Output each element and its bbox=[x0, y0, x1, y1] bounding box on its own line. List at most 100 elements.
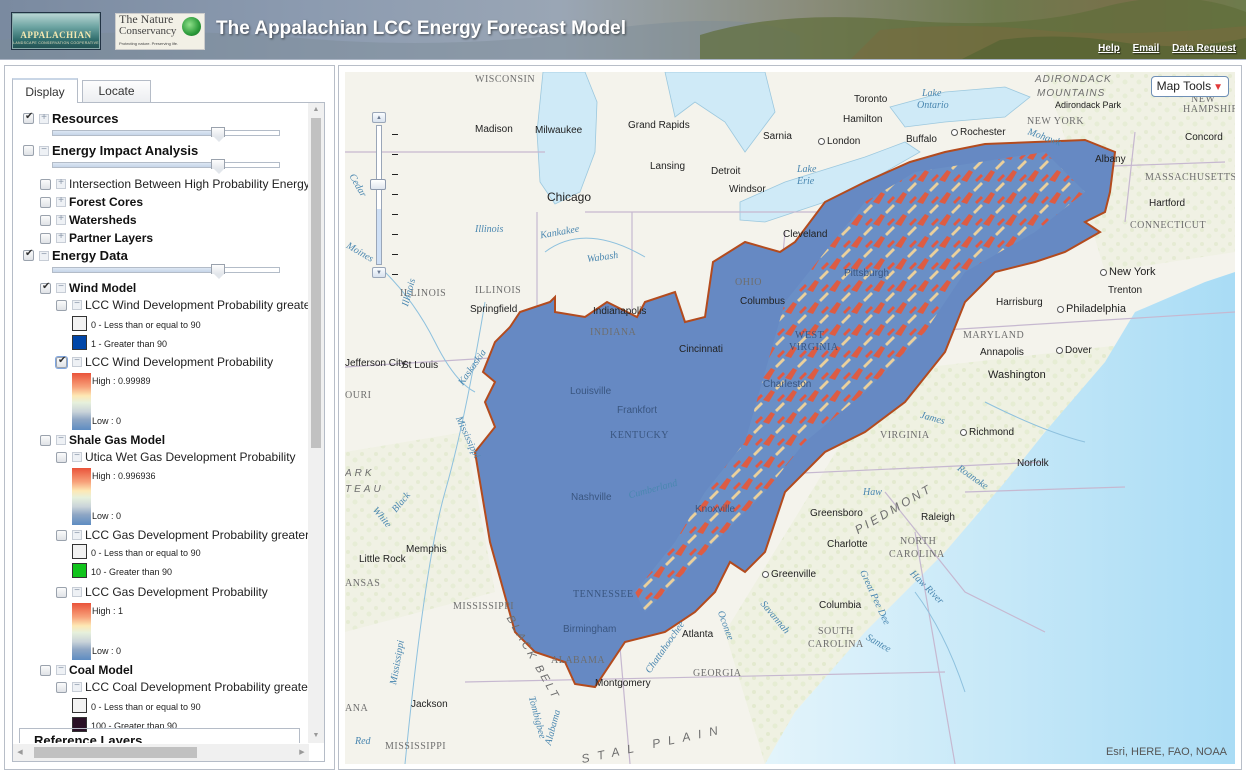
map-label-park: Adirondack Park bbox=[1055, 100, 1122, 110]
wind-gt90-checkbox[interactable] bbox=[56, 299, 67, 311]
collapse-icon[interactable] bbox=[39, 249, 49, 261]
map-label-water: Lake bbox=[922, 88, 942, 99]
utica-checkbox[interactable] bbox=[56, 451, 67, 463]
help-link[interactable]: Help bbox=[1098, 43, 1120, 54]
energy-impact-checkbox[interactable] bbox=[23, 145, 34, 156]
collapse-icon[interactable] bbox=[72, 528, 82, 540]
legend-swatch-wind-1 bbox=[72, 335, 87, 350]
map-label-state: MASSACHUSETTS bbox=[1145, 172, 1235, 183]
forest-cores-checkbox[interactable] bbox=[40, 196, 51, 208]
map-panel: WISCONSIN ADIRONDACK MOUNTAINS Adirondac… bbox=[338, 65, 1242, 770]
legend-label: 0 - Less than or equal to 90 bbox=[91, 548, 201, 558]
collapse-icon[interactable] bbox=[56, 281, 66, 293]
map-label-city: Cleveland bbox=[783, 229, 828, 240]
scroll-down-icon[interactable]: ▼ bbox=[308, 729, 324, 743]
scroll-right-icon[interactable]: ▶ bbox=[295, 744, 309, 761]
map-label-state: CONNECTICUT bbox=[1130, 220, 1207, 231]
collapse-icon[interactable] bbox=[39, 144, 49, 156]
scrollbar-thumb[interactable] bbox=[311, 118, 321, 448]
expand-icon[interactable] bbox=[56, 177, 66, 189]
nature-conservancy-logo[interactable]: The Nature Conservancy Protecting nature… bbox=[115, 13, 205, 50]
globe-icon bbox=[182, 17, 201, 36]
map-canvas[interactable]: WISCONSIN ADIRONDACK MOUNTAINS Adirondac… bbox=[345, 72, 1235, 764]
partner-layers-checkbox[interactable] bbox=[40, 232, 51, 244]
shale-gas-checkbox[interactable] bbox=[40, 434, 51, 446]
map-label-state: ANA bbox=[345, 703, 369, 714]
zoom-out-button[interactable]: ▼ bbox=[372, 267, 386, 278]
expand-icon[interactable] bbox=[56, 195, 66, 207]
expand-icon[interactable] bbox=[56, 231, 66, 243]
resources-checkbox[interactable] bbox=[23, 111, 34, 124]
map-label-state: OURI bbox=[345, 390, 372, 401]
legend-swatch-wind-0 bbox=[72, 316, 87, 331]
collapse-icon[interactable] bbox=[72, 680, 82, 692]
layer-partner-layers: Partner Layers bbox=[40, 231, 153, 245]
map-label-state: KENTUCKY bbox=[610, 430, 669, 441]
collapse-icon[interactable] bbox=[72, 585, 82, 597]
intersection-checkbox[interactable] bbox=[40, 178, 51, 190]
zoom-in-button[interactable]: ▲ bbox=[372, 112, 386, 123]
map-label-water: Erie bbox=[797, 176, 815, 187]
legend-high-label: High : 1 bbox=[92, 606, 124, 616]
map-label-city: Cincinnati bbox=[679, 344, 723, 355]
energy-data-checkbox[interactable] bbox=[23, 248, 34, 261]
map-label-city: Sarnia bbox=[763, 131, 792, 142]
scroll-left-icon[interactable]: ◀ bbox=[13, 744, 27, 761]
slider-handle[interactable] bbox=[211, 127, 226, 142]
slider-handle[interactable] bbox=[211, 159, 226, 174]
vertical-scrollbar[interactable]: ▲ ▼ bbox=[308, 103, 324, 743]
horizontal-scrollbar[interactable]: ◀ ▶ bbox=[13, 744, 309, 761]
map-tools-button[interactable]: Map Tools ▼ bbox=[1150, 76, 1229, 97]
expand-icon[interactable] bbox=[56, 213, 66, 225]
slider-handle[interactable] bbox=[211, 264, 226, 279]
map-label-state: SOUTH bbox=[818, 626, 854, 637]
map-label-city: Columbia bbox=[819, 600, 862, 611]
map-label-water: Haw bbox=[863, 487, 882, 498]
tab-locate[interactable]: Locate bbox=[82, 80, 151, 102]
layer-wind-probability: LCC Wind Development Probability bbox=[56, 355, 273, 369]
map-label-city: Hamilton bbox=[843, 114, 883, 125]
map-label-city: Dover bbox=[1056, 345, 1092, 356]
expand-icon[interactable] bbox=[39, 112, 49, 124]
legend-low-label: Low : 0 bbox=[92, 646, 122, 656]
wind-probability-checkbox[interactable] bbox=[56, 355, 67, 368]
zoom-handle[interactable] bbox=[370, 179, 386, 190]
gas-gt90-checkbox[interactable] bbox=[56, 529, 67, 541]
map-label-city: Atlanta bbox=[682, 629, 714, 640]
map-label-city: St Louis bbox=[402, 360, 439, 371]
map-label-city: Concord bbox=[1185, 132, 1223, 143]
map-label-city: Charleston bbox=[763, 379, 812, 390]
collapse-icon[interactable] bbox=[56, 663, 66, 675]
map-label-city: Grand Rapids bbox=[628, 120, 690, 131]
wind-model-checkbox[interactable] bbox=[40, 281, 51, 294]
email-link[interactable]: Email bbox=[1133, 43, 1160, 54]
map-label-city: Jefferson City bbox=[345, 358, 406, 369]
layer-forest-cores: Forest Cores bbox=[40, 195, 143, 209]
collapse-icon[interactable] bbox=[56, 433, 66, 445]
collapse-icon[interactable] bbox=[72, 298, 82, 310]
reference-layers-section[interactable]: Reference Layers bbox=[19, 728, 300, 743]
energy-data-opacity-slider[interactable] bbox=[52, 264, 280, 279]
resources-opacity-slider[interactable] bbox=[52, 127, 280, 142]
layer-energy-impact-analysis: Energy Impact Analysis bbox=[23, 143, 198, 158]
collapse-icon[interactable] bbox=[72, 450, 82, 462]
coal-model-checkbox[interactable] bbox=[40, 664, 51, 676]
collapse-icon[interactable] bbox=[72, 355, 82, 367]
appalachian-lcc-logo[interactable]: APPALACHIAN LANDSCAPE CONSERVATION COOPE… bbox=[11, 12, 101, 50]
map-label-state: HAMPSHIRE bbox=[1183, 104, 1235, 115]
scrollbar-thumb[interactable] bbox=[34, 747, 197, 758]
legend-label: 1 - Greater than 90 bbox=[91, 339, 168, 349]
legend-label: 0 - Less than or equal to 90 bbox=[91, 702, 201, 712]
coal-gt90-checkbox[interactable] bbox=[56, 681, 67, 693]
energy-impact-opacity-slider[interactable] bbox=[52, 159, 280, 174]
scroll-up-icon[interactable]: ▲ bbox=[308, 103, 324, 117]
data-request-link[interactable]: Data Request bbox=[1172, 43, 1236, 54]
zoom-slider[interactable]: ▲ ▼ bbox=[370, 112, 398, 280]
map-label-city: Indianapolis bbox=[593, 306, 647, 317]
map-label-city: Richmond bbox=[960, 427, 1014, 438]
map-label-city: Jackson bbox=[411, 699, 448, 710]
tab-display[interactable]: Display bbox=[12, 78, 78, 103]
zoom-track[interactable] bbox=[376, 125, 382, 265]
gas-probability-checkbox[interactable] bbox=[56, 586, 67, 598]
watersheds-checkbox[interactable] bbox=[40, 214, 51, 226]
